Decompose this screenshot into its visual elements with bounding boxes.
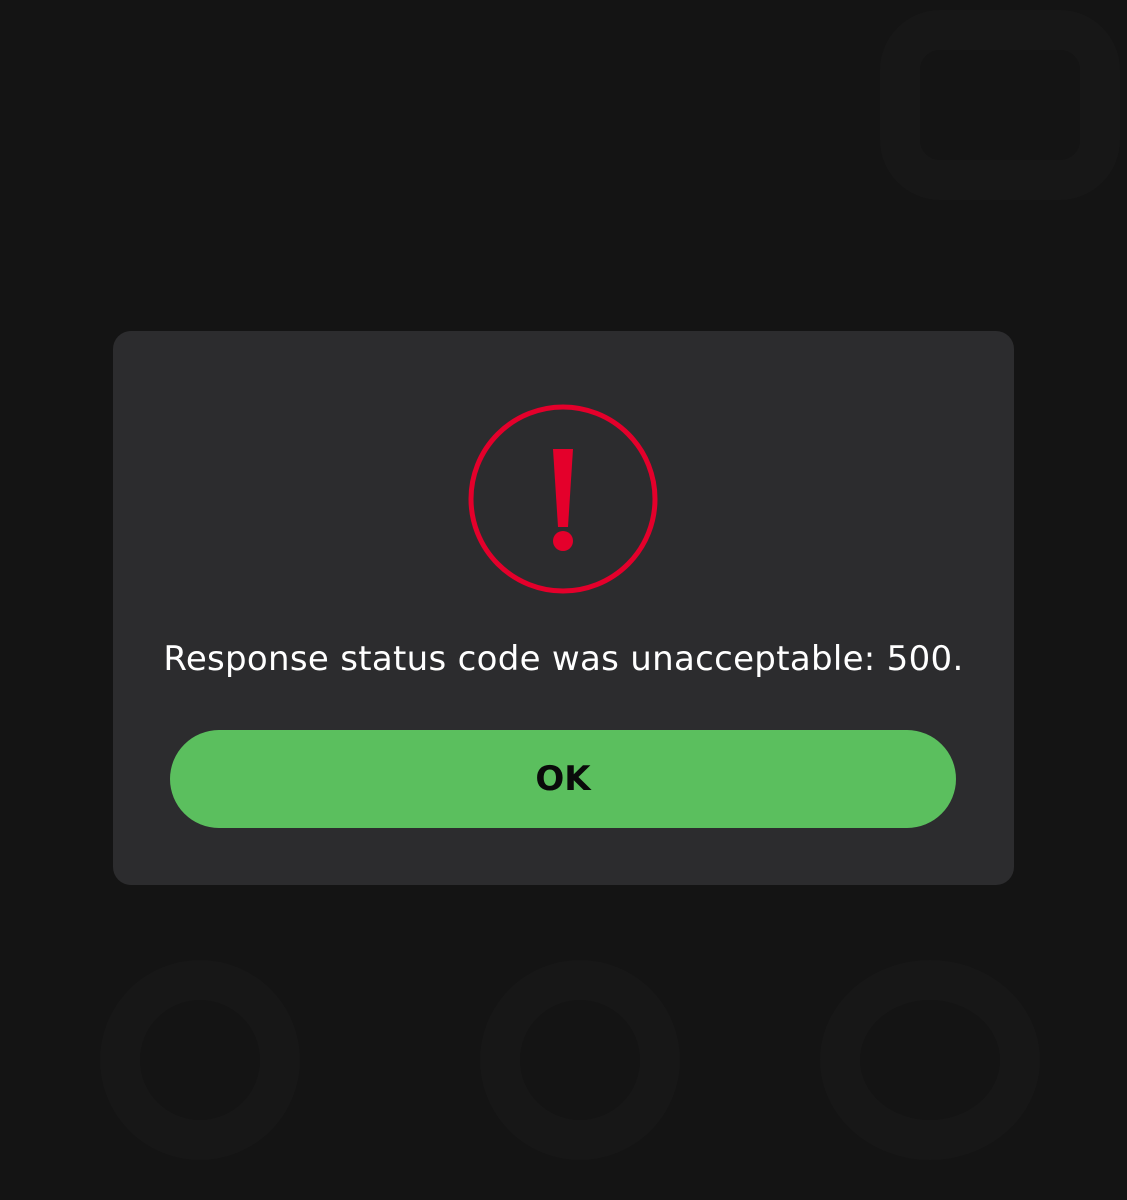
- background-icon: [820, 960, 1040, 1160]
- ok-button[interactable]: OK: [170, 730, 956, 828]
- error-dialog: Response status code was unacceptable: 5…: [113, 331, 1014, 885]
- exclamation-circle-icon: [468, 404, 658, 594]
- background-icon: [480, 960, 680, 1160]
- background-icon: [880, 10, 1120, 200]
- background-icon: [100, 960, 300, 1160]
- error-message: Response status code was unacceptable: 5…: [163, 639, 964, 679]
